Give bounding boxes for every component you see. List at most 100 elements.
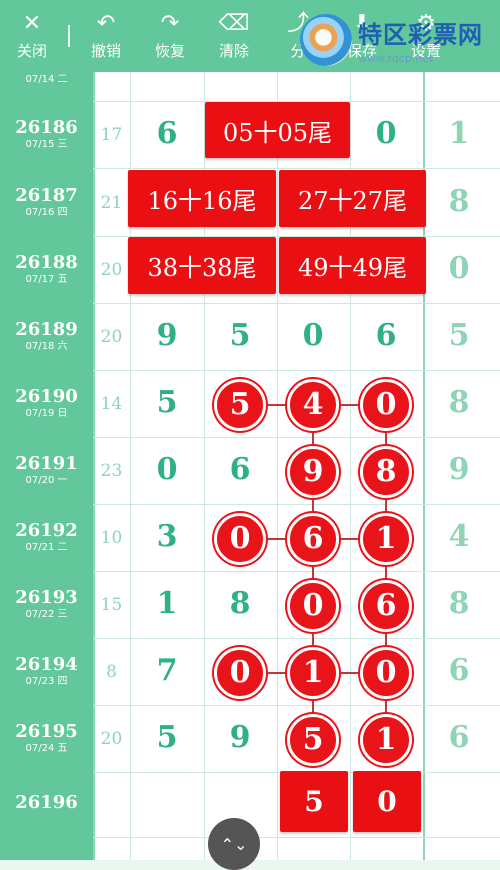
digit-cell: 1 [448,115,470,151]
tail-banner: 49十49尾 [279,237,426,294]
digit-cell: 5 [156,384,178,420]
digit-cell: 6 [156,115,178,151]
highlight-ball: 5 [214,378,266,431]
highlight-ball: 6 [360,579,412,632]
issue-number: 26195 [15,721,78,742]
digit-cell: 0 [156,451,178,487]
issue-cell: 07/14 二 [0,73,93,87]
digit-cell: 7 [156,652,178,688]
issue-number: 26187 [15,185,78,206]
issue-number: 26191 [15,453,78,474]
digit-cell: 9 [156,317,178,353]
issue-number: 26186 [15,117,78,138]
tail-banner: 05十05尾 [205,102,350,158]
issue-number: 26194 [15,654,78,675]
highlight-ball: 9 [287,445,339,498]
issue-cell: 26193 07/22 三 [0,588,93,622]
count-cell: 15 [100,594,123,615]
table-row: 2619507/24 五2059516 [0,706,500,773]
digit-cell: 0 [375,115,397,151]
count-cell: 10 [100,527,123,548]
row-divider [93,837,500,838]
issue-date: 07/23 四 [25,676,68,687]
highlight-ball: 0 [214,646,266,699]
digit-cell: 8 [448,384,470,420]
tail-banner: 16十16尾 [128,170,276,227]
table-row: 2619307/22 三1518068 [0,572,500,639]
redo-icon: ↷ [160,10,180,36]
scroll-toggle-button[interactable]: ⌃⌄ [208,818,260,870]
highlight-ball: 4 [287,378,339,431]
issue-number: 26192 [15,520,78,541]
digit-cell: 0 [302,317,324,353]
highlight-ball: 8 [360,445,412,498]
count-cell: 23 [100,460,123,481]
trend-grid: 07/14 二 26186 07/15 三 17 6 0 1 26187 07/16 四 21 8 2… [0,72,500,860]
count-cell: 8 [106,661,117,682]
row-divider [93,168,500,169]
highlight-ball: 1 [360,512,412,565]
digit-cell: 8 [229,585,251,621]
issue-date: 07/21 二 [25,542,68,553]
digit-cell: 9 [448,451,470,487]
issue-cell: 26196 [0,793,93,813]
issue-number: 26196 [15,792,78,813]
prediction-box: 0 [353,771,421,832]
digit-cell: 0 [448,250,470,286]
highlight-ball: 5 [287,713,339,766]
count-cell: 14 [100,393,123,414]
tail-banner: 38十38尾 [128,237,276,294]
issue-cell: 26192 07/21 二 [0,521,93,555]
issue-cell: 26189 07/18 六 [0,320,93,354]
count-cell: 20 [100,326,123,347]
prediction-box: 5 [280,771,348,832]
issue-cell: 26187 07/16 四 [0,186,93,220]
digit-cell: 5 [229,317,251,353]
issue-cell: 26190 07/19 日 [0,387,93,421]
table-row: 2619107/20 一2306989 [0,438,500,505]
trash-icon: ⌫ [218,10,250,36]
highlight-ball: 0 [287,579,339,632]
digit-cell: 5 [448,317,470,353]
digit-cell: 6 [375,317,397,353]
issue-cell: 26188 07/17 五 [0,253,93,287]
count-cell: 20 [100,259,123,280]
highlight-ball: 0 [360,378,412,431]
digit-cell: 6 [229,451,251,487]
digit-cell: 3 [156,518,178,554]
issue-date: 07/24 五 [25,743,68,754]
issue-number: 26189 [15,319,78,340]
digit-cell: 8 [448,585,470,621]
count-cell: 20 [100,728,123,749]
issue-date: 07/15 三 [25,139,68,150]
highlight-ball: 1 [360,713,412,766]
digit-cell: 6 [448,652,470,688]
tail-banner: 27十27尾 [279,170,426,227]
undo-icon: ↶ [96,10,116,36]
highlight-ball: 0 [360,646,412,699]
close-icon: ✕ [22,10,42,36]
table-row: 26189 07/18 六 20 9 5 0 6 5 [0,304,500,371]
issue-number: 26188 [15,252,78,273]
issue-cell: 26186 07/15 三 [0,118,93,152]
issue-date: 07/19 日 [25,408,68,419]
expand-icon: ⌃⌄ [220,834,248,854]
issue-date: 07/14 二 [25,74,68,85]
issue-date: 07/18 六 [25,341,68,352]
issue-date: 07/16 四 [25,207,68,218]
table-row: 07/14 二 [0,35,500,102]
count-cell: 17 [100,124,123,145]
digit-cell: 1 [156,585,178,621]
digit-cell: 8 [448,183,470,219]
digit-cell: 9 [229,719,251,755]
issue-number: 26193 [15,587,78,608]
issue-cell: 26191 07/20 一 [0,454,93,488]
highlight-ball: 1 [287,646,339,699]
issue-number: 26190 [15,386,78,407]
issue-cell: 26194 07/23 四 [0,655,93,689]
digit-cell: 6 [448,719,470,755]
issue-date: 07/22 三 [25,609,68,620]
issue-date: 07/17 五 [25,274,68,285]
highlight-ball: 0 [214,512,266,565]
digit-cell: 4 [448,518,470,554]
